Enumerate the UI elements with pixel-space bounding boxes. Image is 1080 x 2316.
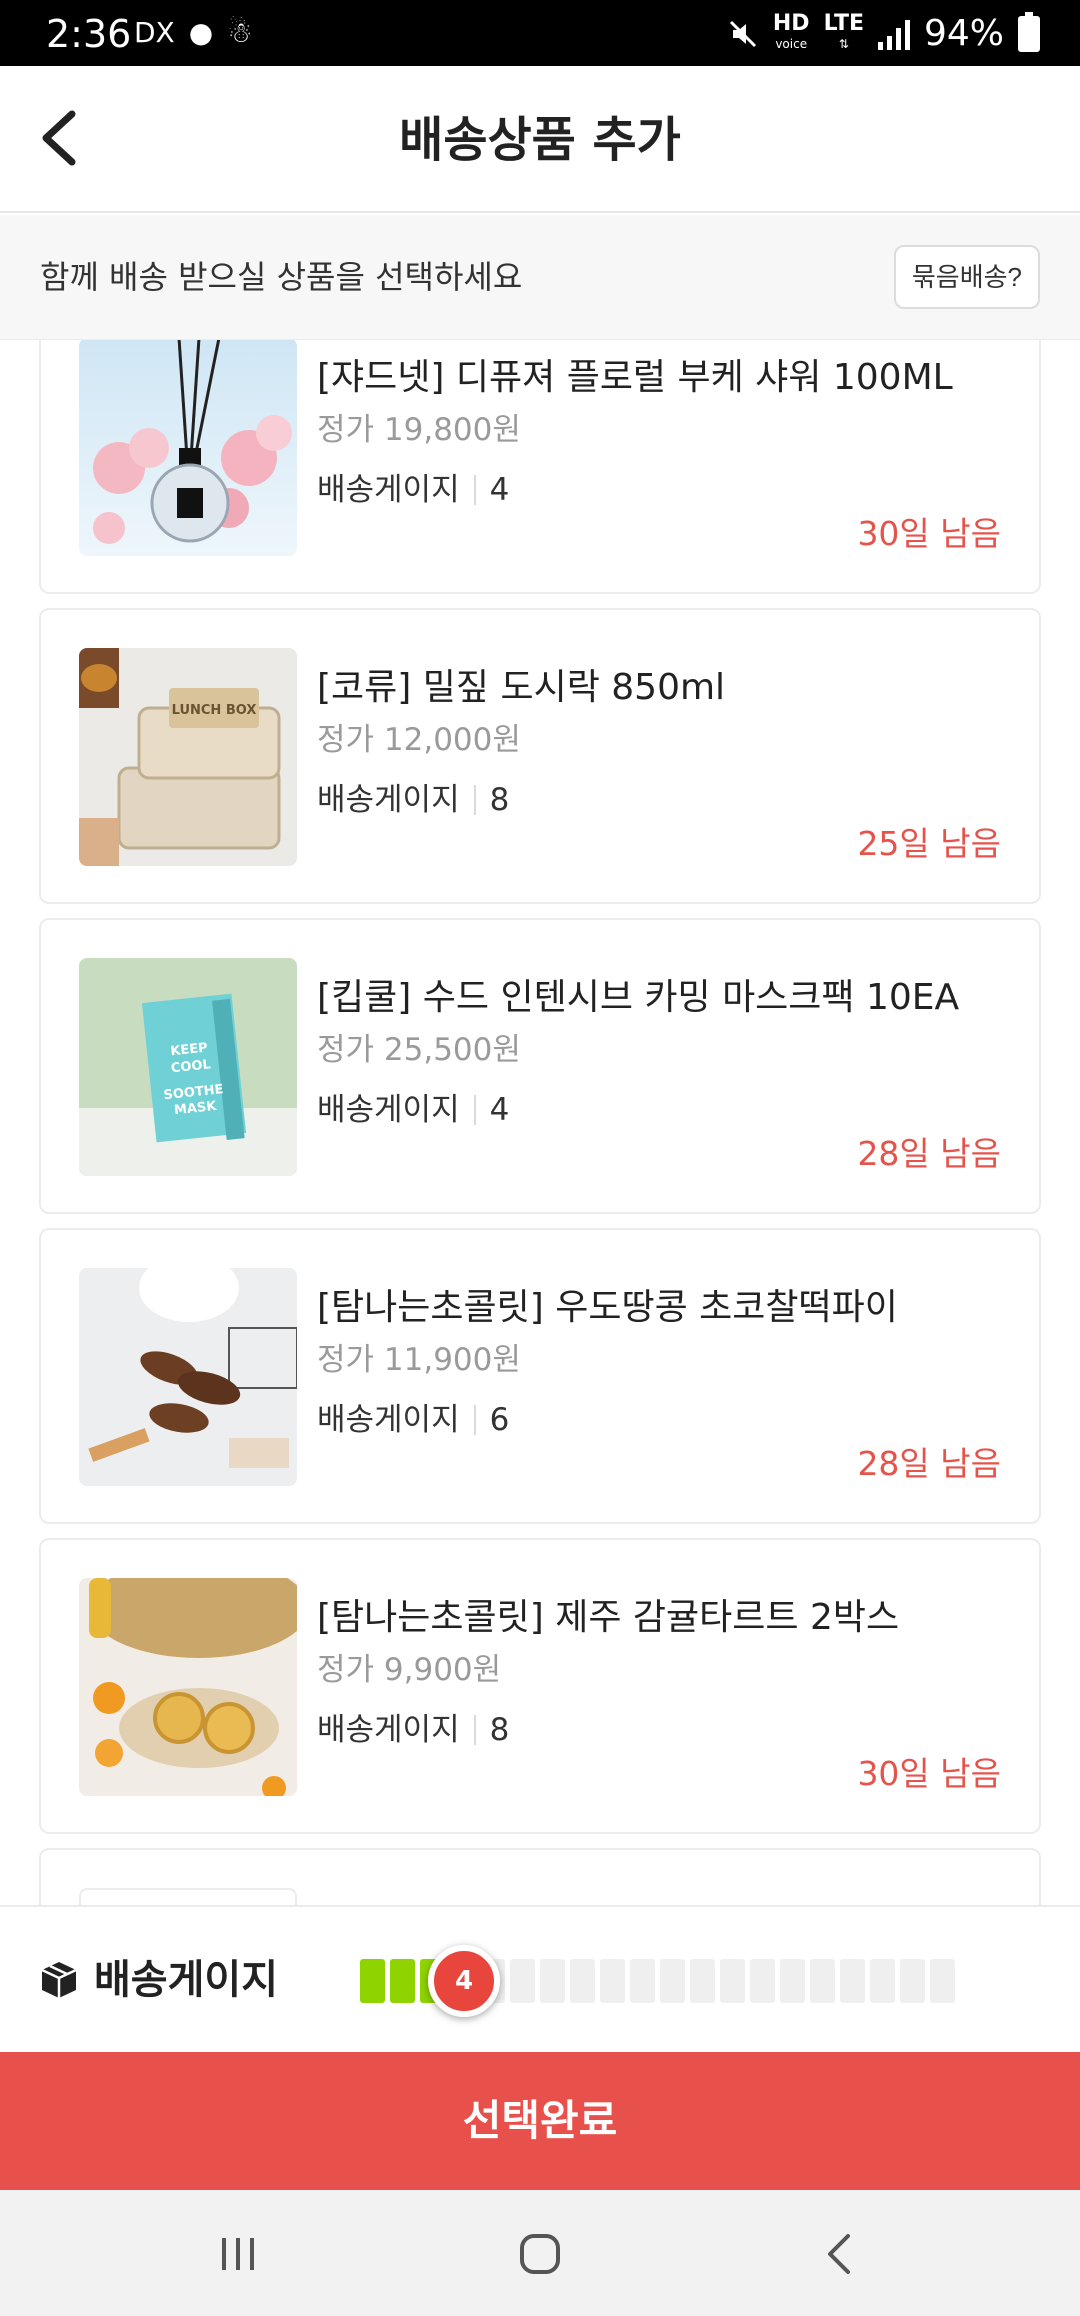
system-nav-bar (0, 2190, 1080, 2316)
battery-icon (1018, 12, 1040, 52)
gauge-segment (360, 1959, 385, 2003)
gauge-segment (630, 1959, 655, 2003)
home-icon[interactable] (508, 2222, 572, 2286)
back-nav-icon[interactable] (810, 2222, 874, 2286)
divider (473, 1405, 476, 1435)
app-header: 배송상품 추가 (0, 66, 1080, 213)
dx-icon: DX (134, 16, 175, 49)
divider (473, 1715, 476, 1745)
product-name: [코류] 밀짚 도시락 850ml (317, 667, 726, 708)
product-price: 정가 19,800원 (317, 412, 521, 448)
gauge-value: 8 (489, 1712, 510, 1748)
product-card[interactable]: [쟈드넷] 디퓨져 플로럴 부케 샤워 100ML 정가 19,800원 배송게… (39, 340, 1041, 594)
gauge-label: 배송게이지 (317, 1092, 460, 1128)
gauge-segment (840, 1959, 865, 2003)
status-notification-icons: DX ● ☃ (134, 16, 252, 50)
gauge-label: 배송게이지 (317, 1712, 460, 1748)
product-image-chocopie (79, 1268, 297, 1486)
gauge-label: 배송게이지 (317, 472, 460, 508)
gauge-segment (510, 1959, 535, 2003)
product-image-tart (79, 1578, 297, 1796)
product-name: [쟈드넷] 디퓨져 플로럴 부케 샤워 100ML (317, 357, 953, 398)
status-time: 2:36 (46, 12, 132, 56)
product-image-diffuser (79, 340, 297, 556)
product-price: 정가 11,900원 (317, 1342, 521, 1378)
instruction-bar: 함께 배송 받으실 상품을 선택하세요 묶음배송? (0, 215, 1080, 340)
box-icon (41, 1962, 77, 1998)
product-gauge: 배송게이지 6 (317, 1400, 509, 1440)
divider (473, 785, 476, 815)
battery-percent: 94% (923, 13, 1004, 54)
product-gauge: 배송게이지 8 (317, 780, 509, 820)
status-right-icons: HD voice LTE ⇅ 94% (727, 11, 1040, 54)
days-left: 28일 남음 (857, 1444, 1001, 1483)
days-left: 25일 남음 (857, 824, 1001, 863)
gauge-segment (720, 1959, 745, 2003)
gauge-label: 배송게이지 (317, 782, 460, 818)
divider (473, 1095, 476, 1125)
product-card[interactable]: [탐나는초콜릿] 제주 감귤타르트 2박스 정가 9,900원 배송게이지 8 … (39, 1538, 1041, 1834)
gauge-value: 8 (489, 782, 510, 818)
gauge-segment (690, 1959, 715, 2003)
gauge-value: 4 (489, 472, 510, 508)
gauge-segment (780, 1959, 805, 2003)
gauge-segment (390, 1959, 415, 2003)
recent-apps-icon[interactable] (206, 2222, 270, 2286)
product-gauge: 배송게이지 4 (317, 1090, 509, 1130)
gauge-segment (540, 1959, 565, 2003)
bundle-shipping-button[interactable]: 묶음배송? (893, 245, 1040, 309)
gauge-label: 배송게이지 (317, 1402, 460, 1438)
confirm-selection-button[interactable]: 선택완료 (0, 2052, 1080, 2190)
product-price: 정가 9,900원 (317, 1652, 502, 1688)
gauge-segment (600, 1959, 625, 2003)
delivery-gauge-bar: 배송게이지 4 (0, 1905, 1080, 2052)
gauge-value: 4 (489, 1092, 510, 1128)
gauge-current-badge: 4 (428, 1945, 500, 2017)
days-left: 30일 남음 (857, 1754, 1001, 1793)
chat-bubble-icon: ● (188, 16, 214, 49)
gauge-segment (750, 1959, 775, 2003)
product-image-maskpack: KEEP COOL SOOTHE MASK (79, 958, 297, 1176)
product-gauge: 배송게이지 4 (317, 470, 509, 510)
gauge-value: 6 (489, 1402, 510, 1438)
divider (473, 475, 476, 505)
product-gauge: 배송게이지 8 (317, 1710, 509, 1750)
product-name: [탐나는초콜릿] 제주 감귤타르트 2박스 (317, 1597, 900, 1638)
product-name: [킵쿨] 수드 인텐시브 카밍 마스크팩 10EA (317, 977, 960, 1018)
product-name: [탐나는초콜릿] 우도땅콩 초코찰떡파이 (317, 1287, 898, 1328)
gauge-segment (900, 1959, 925, 2003)
days-left: 28일 남음 (857, 1134, 1001, 1173)
mute-icon (729, 20, 756, 48)
product-price: 정가 25,500원 (317, 1032, 521, 1068)
svg-text:LUNCH BOX: LUNCH BOX (172, 703, 257, 718)
product-card[interactable]: KEEP COOL SOOTHE MASK [킵쿨] 수드 인텐시브 카밍 마스… (39, 918, 1041, 1214)
gauge-segment (570, 1959, 595, 2003)
days-left: 30일 남음 (857, 514, 1001, 553)
product-list[interactable]: [쟈드넷] 디퓨져 플로럴 부케 샤워 100ML 정가 19,800원 배송게… (0, 340, 1080, 1905)
product-price: 정가 12,000원 (317, 722, 521, 758)
status-bar: 2:36 DX ● ☃ HD voice LTE ⇅ 94% (0, 0, 1080, 66)
gauge-segment (870, 1959, 895, 2003)
hd-voice-icon: HD voice (772, 11, 810, 52)
lte-icon: LTE ⇅ (823, 11, 864, 52)
figure-icon: ☃ (227, 16, 253, 49)
instruction-text: 함께 배송 받으실 상품을 선택하세요 (40, 258, 523, 296)
product-card[interactable]: [탐나는초콜릿] 우도땅콩 초코찰떡파이 정가 11,900원 배송게이지 6 … (39, 1228, 1041, 1524)
page-title: 배송상품 추가 (399, 112, 681, 168)
product-image-lunchbox: LUNCH BOX (79, 648, 297, 866)
product-card[interactable] (39, 1848, 1041, 1905)
gauge-title: 배송게이지 (94, 1957, 278, 2003)
product-image (79, 1888, 297, 1905)
gauge-segment (810, 1959, 835, 2003)
gauge-segment (660, 1959, 685, 2003)
signal-icon (877, 18, 910, 50)
gauge-segment (930, 1959, 955, 2003)
product-card[interactable]: LUNCH BOX [코류] 밀짚 도시락 850ml 정가 12,000원 배… (39, 608, 1041, 904)
